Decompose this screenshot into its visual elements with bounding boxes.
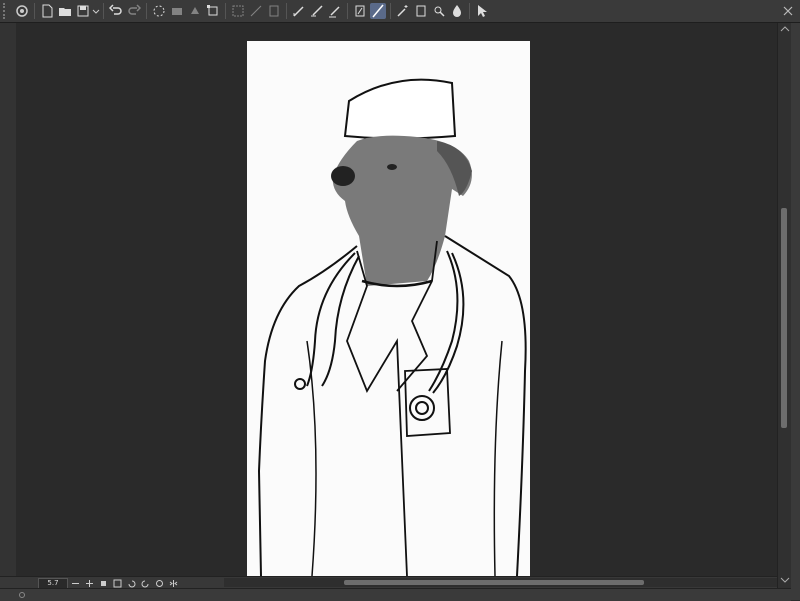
new-file-icon[interactable] (39, 3, 55, 19)
open-folder-icon[interactable] (57, 3, 73, 19)
brush-icon[interactable] (309, 3, 325, 19)
eyedropper-icon[interactable] (431, 3, 447, 19)
toolbar-separator (146, 3, 147, 19)
scroll-down-icon[interactable] (780, 576, 790, 584)
vertical-scrollbar[interactable] (777, 23, 792, 588)
toolbar-separator (34, 3, 35, 19)
magic-wand-icon[interactable] (395, 3, 411, 19)
save-dropdown-icon[interactable] (92, 3, 100, 19)
bottom-panel-strip (0, 588, 791, 601)
document-canvas[interactable] (247, 41, 530, 576)
save-icon[interactable] (75, 3, 91, 19)
toolbar-separator (103, 3, 104, 19)
toolbar-separator (347, 3, 348, 19)
doctor-dog-drawing (257, 78, 527, 576)
loading-icon[interactable] (151, 3, 167, 19)
ruler-icon[interactable] (327, 3, 343, 19)
zoom-level[interactable]: 5.7 (38, 577, 68, 589)
fill-icon[interactable] (449, 3, 465, 19)
pen-icon[interactable] (291, 3, 307, 19)
flip-icon[interactable] (168, 578, 178, 588)
selection-icon[interactable] (230, 3, 246, 19)
left-panel-strip (0, 23, 17, 576)
toolbar-separator (469, 3, 470, 19)
scroll-up-icon[interactable] (780, 25, 790, 33)
panel-toggle-icon[interactable] (18, 591, 26, 599)
transform-icon[interactable] (205, 3, 221, 19)
rotate-right-icon[interactable] (140, 578, 150, 588)
app-icon[interactable] (14, 3, 30, 19)
redo-icon[interactable] (126, 3, 142, 19)
toolbar-separator (286, 3, 287, 19)
clear-icon[interactable] (266, 3, 282, 19)
right-panel-strip (791, 23, 800, 600)
toolbar-separator (390, 3, 391, 19)
undo-icon[interactable] (108, 3, 124, 19)
layer-property-icon[interactable] (352, 3, 368, 19)
vertical-scroll-thumb[interactable] (781, 208, 787, 428)
layer-icon[interactable] (413, 3, 429, 19)
zoom-in-icon[interactable] (84, 578, 94, 588)
cursor-icon[interactable] (474, 3, 490, 19)
erase-icon[interactable] (169, 3, 185, 19)
toolbar-grip[interactable] (3, 3, 11, 19)
toolbar-separator (225, 3, 226, 19)
rotate-left-icon[interactable] (126, 578, 136, 588)
close-icon[interactable] (782, 5, 794, 17)
lasso-icon[interactable] (248, 3, 264, 19)
line-icon[interactable] (370, 3, 386, 19)
fit-icon[interactable] (98, 578, 108, 588)
main-toolbar (0, 0, 800, 23)
reset-rotation-icon[interactable] (154, 578, 164, 588)
zoom-out-icon[interactable] (70, 578, 80, 588)
horizontal-scrollbar[interactable] (224, 578, 777, 587)
horizontal-scroll-thumb[interactable] (344, 580, 644, 585)
fill-selection-icon[interactable] (187, 3, 203, 19)
actual-size-icon[interactable] (112, 578, 122, 588)
